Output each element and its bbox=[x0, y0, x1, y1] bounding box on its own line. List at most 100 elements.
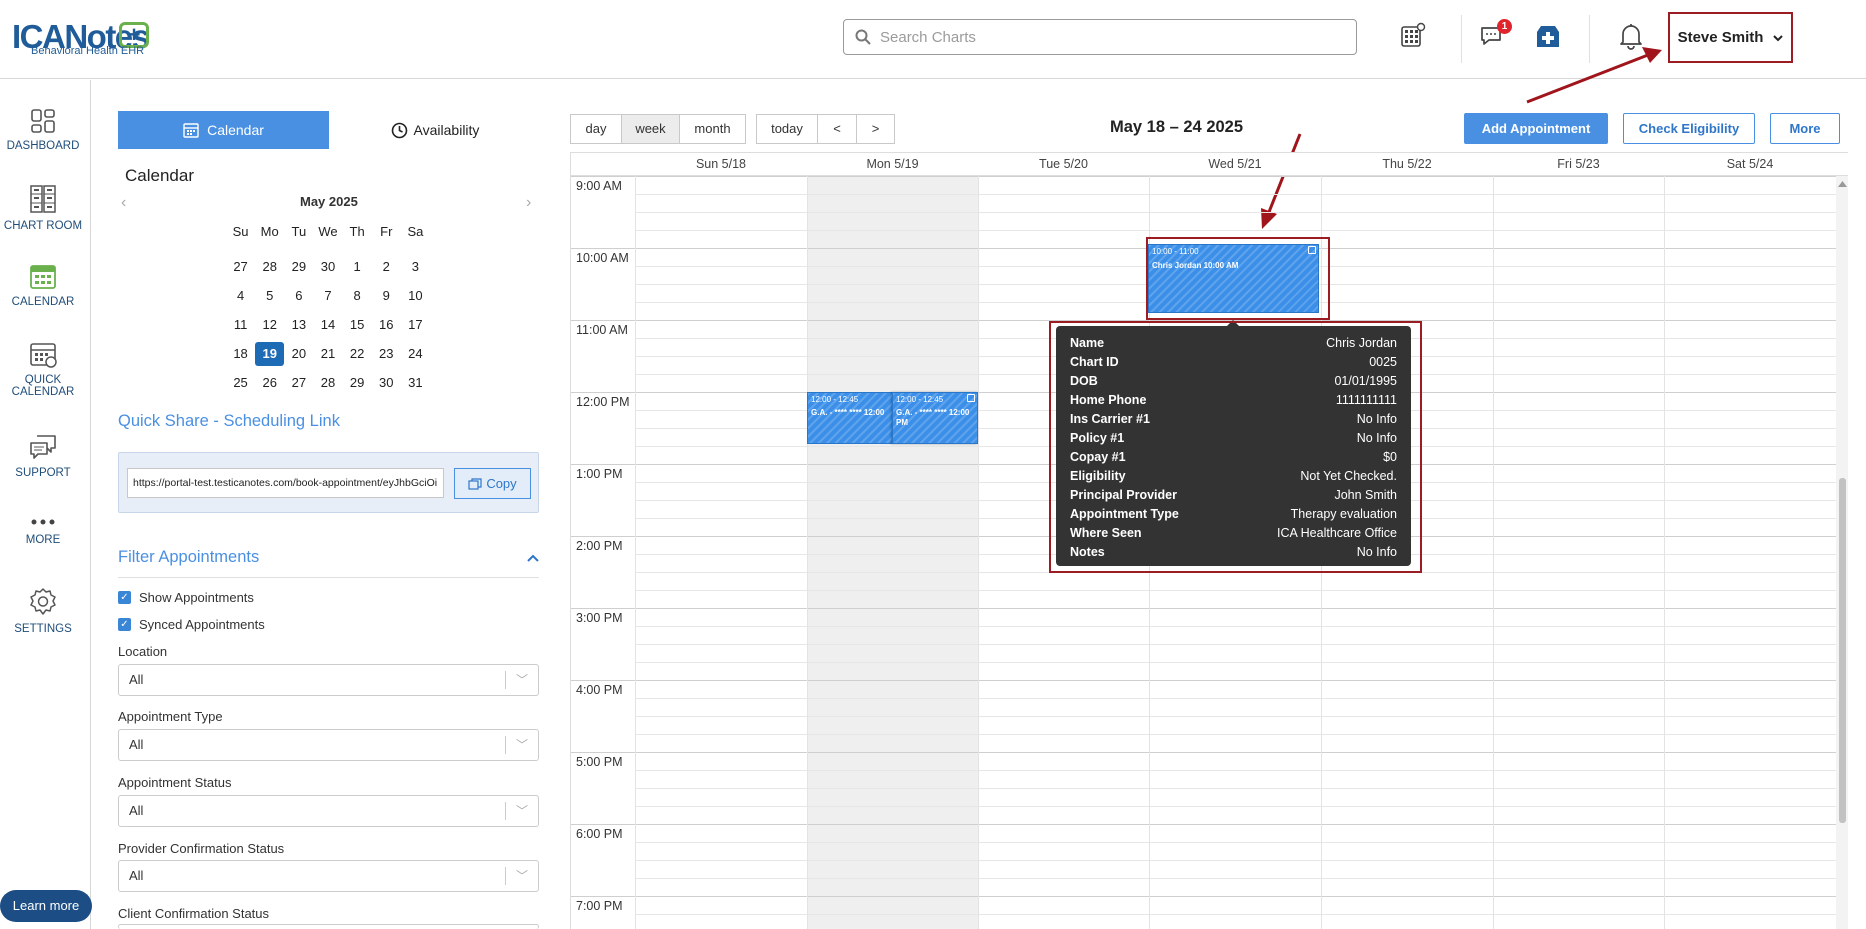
time-slot[interactable] bbox=[635, 698, 1836, 716]
mini-cal-day[interactable]: 10 bbox=[401, 288, 430, 303]
add-appointment-button[interactable]: Add Appointment bbox=[1464, 113, 1608, 144]
time-slot[interactable] bbox=[571, 896, 1836, 914]
location-select[interactable]: All ﹀ bbox=[118, 664, 539, 696]
nav-settings[interactable]: SETTINGS bbox=[0, 587, 86, 635]
mini-cal-day[interactable]: 24 bbox=[401, 346, 430, 361]
mini-cal-prev[interactable]: ‹ bbox=[121, 194, 126, 212]
time-slot[interactable] bbox=[635, 860, 1836, 878]
time-slot[interactable] bbox=[635, 626, 1836, 644]
time-slot[interactable] bbox=[635, 914, 1836, 929]
calculator-grid-icon[interactable] bbox=[1400, 22, 1426, 48]
bell-icon[interactable] bbox=[1618, 22, 1644, 50]
chevron-up-icon[interactable] bbox=[527, 554, 539, 562]
mini-cal-day[interactable]: 26 bbox=[255, 375, 284, 390]
time-slot[interactable] bbox=[635, 644, 1836, 662]
mini-cal-day[interactable]: 25 bbox=[226, 375, 255, 390]
appointment-type-select[interactable]: All ﹀ bbox=[118, 729, 539, 761]
mini-cal-next[interactable]: › bbox=[526, 194, 531, 212]
time-slot[interactable] bbox=[635, 734, 1836, 752]
nav-more[interactable]: MORE bbox=[0, 516, 86, 546]
share-url-field[interactable]: https://portal-test.testicanotes.com/boo… bbox=[127, 468, 444, 498]
day-header[interactable]: Sun 5/18 bbox=[635, 153, 807, 176]
provider-confirmation-select[interactable]: All ﹀ bbox=[118, 860, 539, 892]
nav-dashboard[interactable]: DASHBOARD bbox=[0, 108, 86, 152]
day-header[interactable]: Tue 5/20 bbox=[978, 153, 1149, 176]
time-slot[interactable] bbox=[571, 608, 1836, 626]
time-slot[interactable] bbox=[635, 662, 1836, 680]
mini-cal-day[interactable]: 4 bbox=[226, 288, 255, 303]
mini-cal-day[interactable]: 6 bbox=[284, 288, 313, 303]
mini-cal-day[interactable]: 20 bbox=[284, 346, 313, 361]
mini-cal-day[interactable]: 22 bbox=[343, 346, 372, 361]
time-slot[interactable] bbox=[571, 176, 1836, 194]
view-month-button[interactable]: month bbox=[679, 114, 746, 144]
copy-button[interactable]: Copy bbox=[454, 468, 531, 499]
mini-cal-day[interactable]: 12 bbox=[255, 317, 284, 332]
view-day-button[interactable]: day bbox=[570, 114, 622, 144]
mini-cal-day[interactable]: 29 bbox=[343, 375, 372, 390]
user-menu[interactable]: Steve Smith bbox=[1668, 12, 1793, 63]
search-input[interactable] bbox=[880, 26, 1340, 48]
mini-cal-day[interactable]: 16 bbox=[372, 317, 401, 332]
tab-calendar[interactable]: Calendar bbox=[118, 111, 329, 149]
time-slot[interactable] bbox=[635, 806, 1836, 824]
day-header[interactable]: Fri 5/23 bbox=[1493, 153, 1664, 176]
nav-quick-calendar[interactable]: QUICK CALENDAR bbox=[0, 340, 86, 398]
time-slot[interactable] bbox=[571, 752, 1836, 770]
show-appointments-checkbox[interactable]: ✓ Show Appointments bbox=[118, 590, 254, 605]
nav-chart-room[interactable]: CHART ROOM bbox=[0, 184, 86, 232]
mini-cal-day[interactable]: 7 bbox=[313, 288, 342, 303]
synced-appointments-checkbox[interactable]: ✓ Synced Appointments bbox=[118, 617, 265, 632]
day-header[interactable]: Mon 5/19 bbox=[807, 153, 978, 176]
mini-cal-day[interactable]: 15 bbox=[343, 317, 372, 332]
mini-cal-day[interactable]: 21 bbox=[313, 346, 342, 361]
today-button[interactable]: today bbox=[756, 114, 818, 144]
mini-cal-day[interactable]: 8 bbox=[343, 288, 372, 303]
mini-cal-day[interactable]: 9 bbox=[372, 288, 401, 303]
time-slot[interactable] bbox=[635, 770, 1836, 788]
mini-cal-day[interactable]: 2 bbox=[372, 259, 401, 274]
next-button[interactable]: > bbox=[856, 114, 895, 144]
mini-cal-day[interactable]: 31 bbox=[401, 375, 430, 390]
calendar-scrollbar[interactable] bbox=[1836, 176, 1848, 929]
view-week-button[interactable]: week bbox=[621, 114, 680, 144]
building-plus-icon[interactable] bbox=[1535, 23, 1561, 49]
mini-cal-day[interactable]: 17 bbox=[401, 317, 430, 332]
time-slot[interactable] bbox=[635, 194, 1836, 212]
mini-cal-day[interactable]: 28 bbox=[255, 259, 284, 274]
mini-cal-day[interactable]: 27 bbox=[284, 375, 313, 390]
time-slot[interactable] bbox=[635, 716, 1836, 734]
mini-cal-day[interactable]: 19 bbox=[255, 341, 285, 366]
client-confirmation-select[interactable] bbox=[118, 924, 539, 929]
time-slot[interactable] bbox=[635, 788, 1836, 806]
mini-cal-day[interactable]: 11 bbox=[226, 317, 255, 332]
mini-cal-day[interactable]: 27 bbox=[226, 259, 255, 274]
learn-more-button[interactable]: Learn more bbox=[0, 890, 92, 922]
appointment-status-select[interactable]: All ﹀ bbox=[118, 795, 539, 827]
time-slot[interactable] bbox=[635, 572, 1836, 590]
time-slot[interactable] bbox=[635, 590, 1836, 608]
scroll-thumb[interactable] bbox=[1839, 478, 1846, 823]
scroll-up-icon[interactable] bbox=[1838, 180, 1847, 187]
check-eligibility-button[interactable]: Check Eligibility bbox=[1623, 113, 1755, 144]
mini-cal-day[interactable]: 1 bbox=[343, 259, 372, 274]
time-slot[interactable] bbox=[635, 842, 1836, 860]
time-slot[interactable] bbox=[571, 680, 1836, 698]
mini-cal-day[interactable]: 30 bbox=[372, 375, 401, 390]
mini-cal-day[interactable]: 28 bbox=[313, 375, 342, 390]
appointment-ga-1[interactable]: 12:00 - 12:45 G.A. - **** **** 12:00 bbox=[807, 392, 895, 444]
search-charts[interactable] bbox=[843, 19, 1357, 55]
day-header[interactable]: Thu 5/22 bbox=[1321, 153, 1493, 176]
more-button[interactable]: More bbox=[1770, 113, 1840, 144]
tab-availability[interactable]: Availability bbox=[330, 111, 540, 149]
mini-cal-day[interactable]: 14 bbox=[313, 317, 342, 332]
nav-support[interactable]: SUPPORT bbox=[0, 433, 86, 479]
nav-calendar[interactable]: CALENDAR bbox=[0, 262, 86, 308]
mini-cal-day[interactable]: 3 bbox=[401, 259, 430, 274]
mini-cal-day[interactable]: 29 bbox=[284, 259, 313, 274]
time-slot[interactable] bbox=[635, 212, 1836, 230]
mini-cal-day[interactable]: 18 bbox=[226, 346, 255, 361]
mini-cal-day[interactable]: 5 bbox=[255, 288, 284, 303]
time-slot[interactable] bbox=[635, 878, 1836, 896]
appointment-ga-2[interactable]: 12:00 - 12:45 G.A. - **** **** 12:00 PM bbox=[892, 392, 978, 444]
